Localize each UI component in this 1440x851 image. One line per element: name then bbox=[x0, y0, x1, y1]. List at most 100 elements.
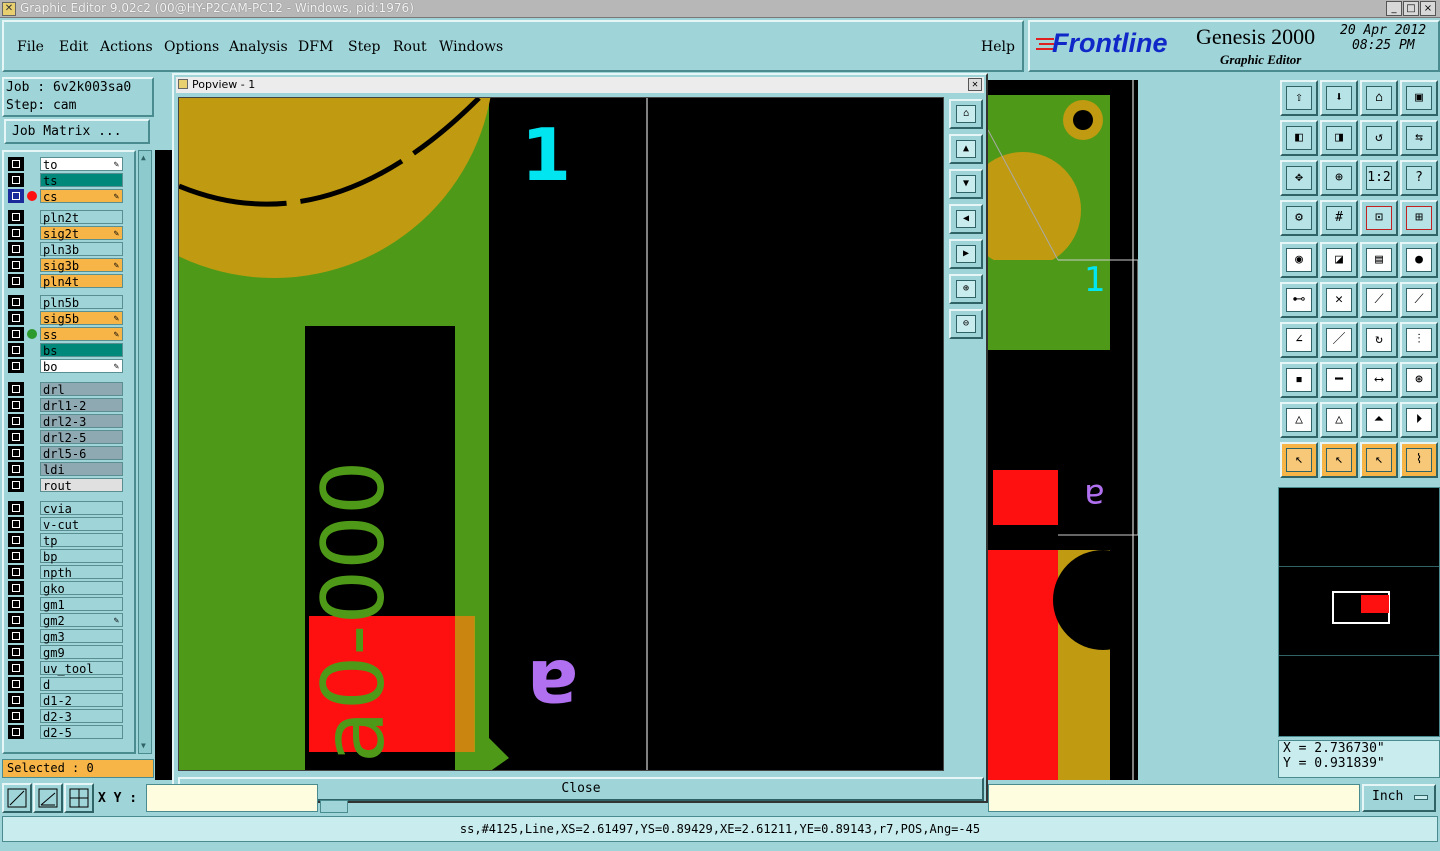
layer-checkbox[interactable] bbox=[8, 359, 24, 373]
popview-zoom-in-button[interactable]: ⊕ bbox=[949, 274, 983, 304]
layer-row-drl[interactable]: drl bbox=[8, 382, 123, 397]
layer-name[interactable]: gko bbox=[40, 581, 123, 596]
layer-checkbox[interactable] bbox=[8, 226, 24, 240]
layer-checkbox[interactable] bbox=[8, 189, 24, 203]
layer-row-rout[interactable]: rout bbox=[8, 478, 123, 493]
layer-checkbox[interactable] bbox=[8, 157, 24, 171]
menu-windows[interactable]: Windows bbox=[439, 39, 503, 55]
layer-name[interactable]: gm1 bbox=[40, 597, 123, 612]
layer-checkbox[interactable] bbox=[8, 382, 24, 396]
layer-checkbox[interactable] bbox=[8, 327, 24, 341]
layer-name[interactable]: ss ✎ bbox=[40, 327, 123, 342]
tool-button-grid[interactable]: # bbox=[1320, 200, 1358, 236]
layer-name[interactable]: gm9 bbox=[40, 645, 123, 660]
minimize-button[interactable]: _ bbox=[1386, 1, 1402, 16]
tool-button-hline[interactable]: ━ bbox=[1320, 362, 1358, 398]
layer-checkbox[interactable] bbox=[8, 430, 24, 444]
layer-name[interactable]: sig3b ✎ bbox=[40, 258, 123, 273]
layer-checkbox[interactable] bbox=[8, 242, 24, 256]
menu-analysis[interactable]: Analysis bbox=[229, 39, 288, 55]
tool-button-shape[interactable]: ⊛ bbox=[1400, 362, 1438, 398]
tool-button-zoom-in[interactable]: ⊕ bbox=[1320, 160, 1358, 196]
popview-close-icon[interactable]: ✕ bbox=[968, 78, 982, 91]
layer-row-v-cut[interactable]: v-cut bbox=[8, 517, 123, 532]
layer-row-drl2-5[interactable]: drl2-5 bbox=[8, 430, 123, 445]
layer-name[interactable]: d1-2 bbox=[40, 693, 123, 708]
layer-checkbox[interactable] bbox=[8, 613, 24, 627]
layer-checkbox[interactable] bbox=[8, 398, 24, 412]
tool-button-help[interactable]: ? bbox=[1400, 160, 1438, 196]
layer-checkbox[interactable] bbox=[8, 258, 24, 272]
layer-name[interactable]: d2-5 bbox=[40, 725, 123, 740]
layer-name[interactable]: pln3b bbox=[40, 242, 123, 257]
layer-name[interactable]: pln2t bbox=[40, 210, 123, 225]
layer-name[interactable]: uv_tool bbox=[40, 661, 123, 676]
layer-row-cs[interactable]: cs ✎ bbox=[8, 189, 123, 204]
layer-checkbox[interactable] bbox=[8, 549, 24, 563]
layer-name[interactable]: drl2-3 bbox=[40, 414, 123, 429]
layer-row-ts[interactable]: ts bbox=[8, 173, 123, 188]
tool-button-home-view[interactable]: ⌂ bbox=[1360, 80, 1398, 116]
layer-row-uv_tool[interactable]: uv_tool bbox=[8, 661, 123, 676]
tool-button-connect[interactable]: ⊷ bbox=[1280, 282, 1318, 318]
layer-checkbox[interactable] bbox=[8, 343, 24, 357]
tool-button-ruler[interactable]: ▤ bbox=[1360, 242, 1398, 278]
popview-pan-left-button[interactable]: ◀ bbox=[949, 204, 983, 234]
tool-button-route[interactable]: ⌇ bbox=[1400, 442, 1438, 478]
tool-button-pointer-box[interactable]: ↖ bbox=[1320, 442, 1358, 478]
layer-row-d1-2[interactable]: d1-2 bbox=[8, 693, 123, 708]
xy-input[interactable] bbox=[146, 784, 318, 812]
layer-row-d2-5[interactable]: d2-5 bbox=[8, 725, 123, 740]
tool-button-snap-center[interactable]: ⊡ bbox=[1360, 200, 1398, 236]
units-selector[interactable]: Inch bbox=[1362, 784, 1436, 812]
layer-name[interactable]: npth bbox=[40, 565, 123, 580]
layer-name[interactable]: drl bbox=[40, 382, 123, 397]
tool-button-pointer-select[interactable]: ↖ bbox=[1360, 442, 1398, 478]
layer-row-pln4t[interactable]: pln4t bbox=[8, 274, 123, 289]
layer-name[interactable]: bo ✎ bbox=[40, 359, 123, 374]
layer-name[interactable]: sig2t ✎ bbox=[40, 226, 123, 241]
layer-name[interactable]: drl5-6 bbox=[40, 446, 123, 461]
layer-checkbox[interactable] bbox=[8, 645, 24, 659]
tool-button-select-pad[interactable]: ◉ bbox=[1280, 242, 1318, 278]
layer-checkbox[interactable] bbox=[8, 725, 24, 739]
tool-button-circle[interactable]: ● bbox=[1400, 242, 1438, 278]
layer-row-pln3b[interactable]: pln3b bbox=[8, 242, 123, 257]
layer-name[interactable]: cvia bbox=[40, 501, 123, 516]
tool-button-pointer[interactable]: ↖ bbox=[1280, 442, 1318, 478]
layer-row-pln5b[interactable]: pln5b bbox=[8, 295, 123, 310]
layer-row-bs[interactable]: bs bbox=[8, 343, 123, 358]
layer-checkbox[interactable] bbox=[8, 478, 24, 492]
tool-button-pan-right[interactable]: ◨ bbox=[1320, 120, 1358, 156]
popview-zoom-out-button[interactable]: ⊖ bbox=[949, 309, 983, 339]
layer-checkbox[interactable] bbox=[8, 693, 24, 707]
layer-row-gm3[interactable]: gm3 bbox=[8, 629, 123, 644]
layer-name[interactable]: d2-3 bbox=[40, 709, 123, 724]
layer-row-ldi[interactable]: ldi bbox=[8, 462, 123, 477]
layer-row-d[interactable]: d bbox=[8, 677, 123, 692]
layer-name[interactable]: ts bbox=[40, 173, 123, 188]
layer-row-gm1[interactable]: gm1 bbox=[8, 597, 123, 612]
layer-row-d2-3[interactable]: d2-3 bbox=[8, 709, 123, 724]
layer-checkbox[interactable] bbox=[8, 533, 24, 547]
overview-map[interactable] bbox=[1278, 487, 1440, 737]
layer-name[interactable]: drl1-2 bbox=[40, 398, 123, 413]
popview-pan-up-button[interactable]: ▲ bbox=[949, 134, 983, 164]
layer-checkbox[interactable] bbox=[8, 629, 24, 643]
layer-checkbox[interactable] bbox=[8, 597, 24, 611]
popview-pan-right-button[interactable]: ▶ bbox=[949, 239, 983, 269]
tool-button-scale[interactable]: 1:2 bbox=[1360, 160, 1398, 196]
layer-checkbox[interactable] bbox=[8, 677, 24, 691]
tool-button-layout[interactable]: ▣ bbox=[1400, 80, 1438, 116]
layer-checkbox[interactable] bbox=[8, 311, 24, 325]
layer-name[interactable]: drl2-5 bbox=[40, 430, 123, 445]
layer-name[interactable]: v-cut bbox=[40, 517, 123, 532]
layer-name[interactable]: bp bbox=[40, 549, 123, 564]
layer-name[interactable]: rout bbox=[40, 478, 123, 493]
tool-button-width[interactable]: ⟷ bbox=[1360, 362, 1398, 398]
layer-row-sig2t[interactable]: sig2t ✎ bbox=[8, 226, 123, 241]
xy-apply-button[interactable] bbox=[320, 800, 348, 813]
tool-button-pan-down[interactable]: ⬇ bbox=[1320, 80, 1358, 116]
scroll-up-icon[interactable]: ▲ bbox=[141, 153, 149, 163]
layer-name[interactable]: sig5b ✎ bbox=[40, 311, 123, 326]
